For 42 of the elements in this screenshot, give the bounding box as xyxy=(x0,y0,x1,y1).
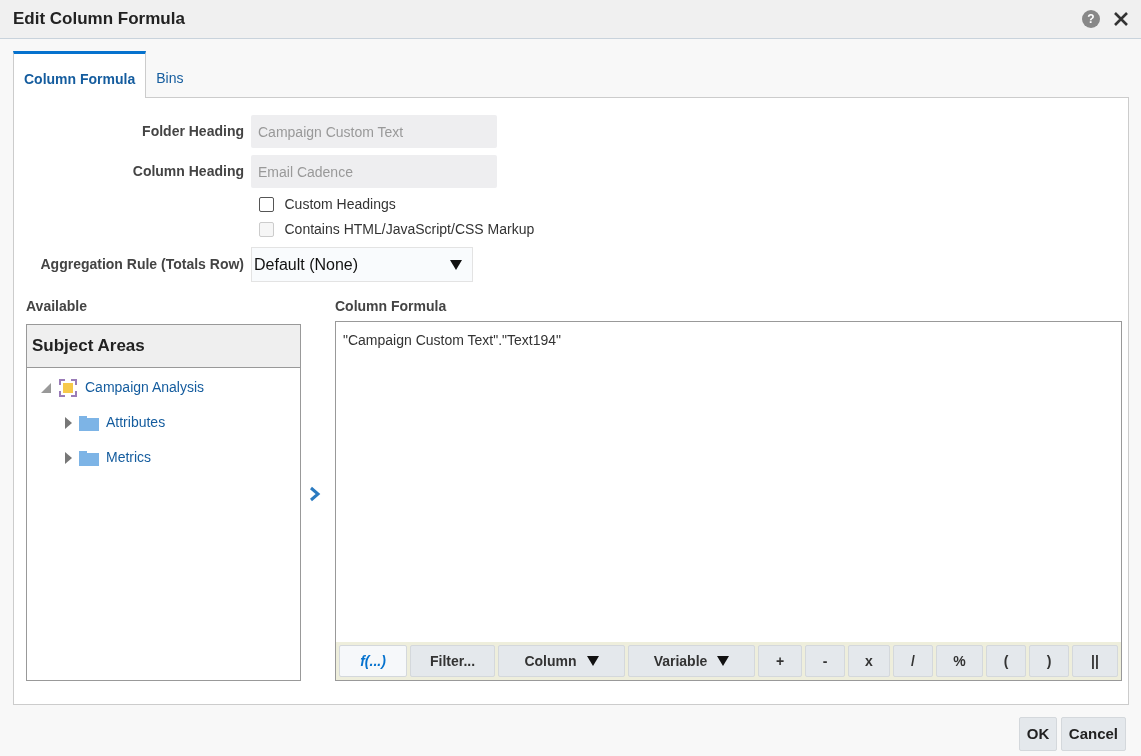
folder-icon xyxy=(79,449,99,466)
column-heading-label: Column Heading xyxy=(131,162,244,181)
function-button[interactable]: f(...) xyxy=(339,645,407,677)
tree-item[interactable]: Attributes xyxy=(106,412,166,433)
expand-triangle-icon[interactable] xyxy=(65,416,72,429)
toolbar-button[interactable]: - xyxy=(805,645,845,677)
aggregation-rule-label: Aggregation Rule (Totals Row) xyxy=(39,255,244,274)
toolbar-button[interactable]: Filter... xyxy=(410,645,495,677)
checkbox-label: Custom Headings xyxy=(284,195,396,214)
aggregation-rule-dropdown[interactable]: Default (None) xyxy=(251,247,473,282)
tree-item[interactable]: Metrics xyxy=(106,447,152,468)
panel-header: Subject Areas xyxy=(27,325,300,368)
checkbox-label: Contains HTML/JavaScript/CSS Markup xyxy=(284,220,535,239)
close-icon[interactable] xyxy=(1114,12,1128,26)
toolbar-button[interactable]: / xyxy=(893,645,933,677)
toolbar-button[interactable]: + xyxy=(758,645,802,677)
subject-area-icon xyxy=(58,377,78,398)
collapse-triangle-icon[interactable] xyxy=(41,382,51,393)
dropdown-button[interactable]: Column xyxy=(498,645,625,677)
tree-item[interactable]: Campaign Analysis xyxy=(85,377,205,398)
toolbar-button[interactable]: x xyxy=(848,645,890,677)
chevron-right-icon[interactable] xyxy=(309,485,321,502)
toolbar-button[interactable]: % xyxy=(936,645,983,677)
cancel-button[interactable]: Cancel xyxy=(1060,717,1126,751)
checkbox[interactable] xyxy=(259,197,274,212)
available-label: Available xyxy=(26,297,88,316)
dialog-title: Edit Column Formula xyxy=(13,8,185,30)
toolbar-button[interactable]: ) xyxy=(1029,645,1069,677)
folder-heading-label: Folder Heading xyxy=(141,122,244,141)
caret-icon xyxy=(717,656,730,666)
column-formula-label: Column Formula xyxy=(335,297,448,316)
caret-icon xyxy=(586,656,599,666)
dropdown-button[interactable]: Variable xyxy=(628,645,755,677)
toolbar-button[interactable]: ( xyxy=(986,645,1026,677)
expand-triangle-icon[interactable] xyxy=(65,451,72,464)
tab[interactable]: Column Formula xyxy=(13,51,147,98)
folder-icon xyxy=(79,414,99,431)
toolbar-button[interactable]: || xyxy=(1072,645,1118,677)
tab[interactable]: Bins xyxy=(146,51,194,97)
ok-button[interactable]: OK xyxy=(1018,717,1058,751)
dropdown-arrow-icon xyxy=(450,259,462,270)
help-icon[interactable]: ? xyxy=(1082,10,1100,28)
